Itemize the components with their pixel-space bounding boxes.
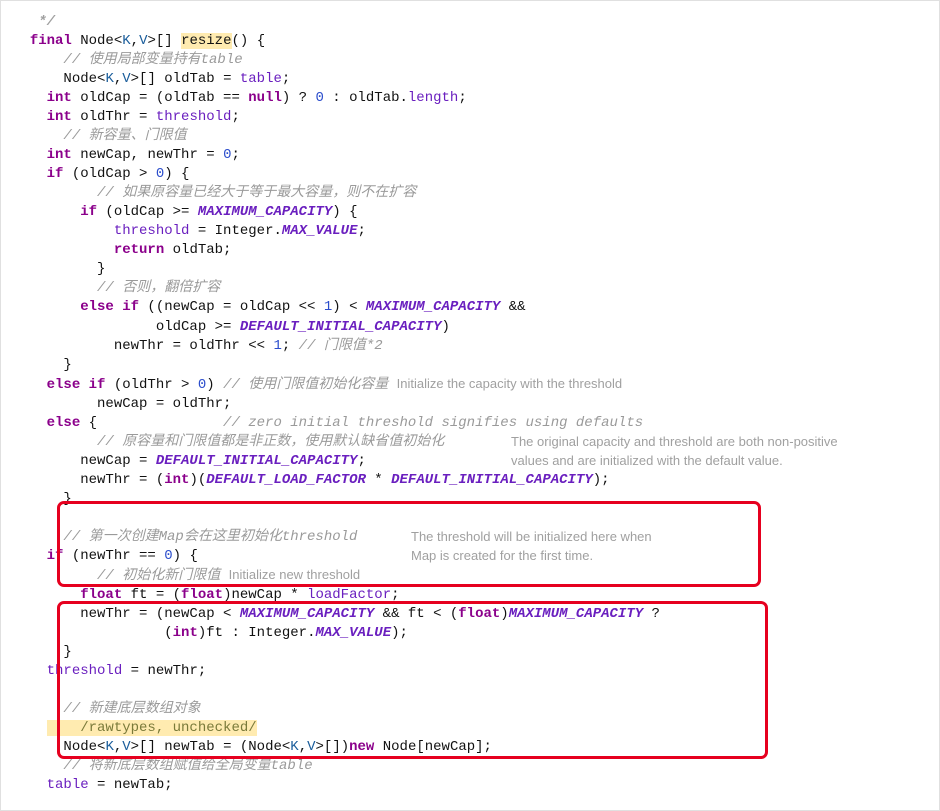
annotation-init-capacity: Initialize the capacity with the thresho… bbox=[397, 376, 622, 391]
code-line: */ bbox=[13, 14, 55, 30]
annotation-threshold-1: The threshold will be initialized here w… bbox=[411, 528, 652, 546]
code-block: */ final Node<K,V>[] resize() { // 使用局部变… bbox=[13, 13, 919, 795]
method-name-resize: resize bbox=[181, 33, 231, 49]
annotation-threshold-2: Map is created for the first time. bbox=[411, 547, 593, 565]
annotation-nonpositive-2: values and are initialized with the defa… bbox=[511, 452, 783, 470]
annotation-init-new-threshold: Initialize new threshold bbox=[229, 567, 361, 582]
code-screenshot: */ final Node<K,V>[] resize() { // 使用局部变… bbox=[0, 0, 940, 811]
annotation-nonpositive-1: The original capacity and threshold are … bbox=[511, 433, 838, 451]
